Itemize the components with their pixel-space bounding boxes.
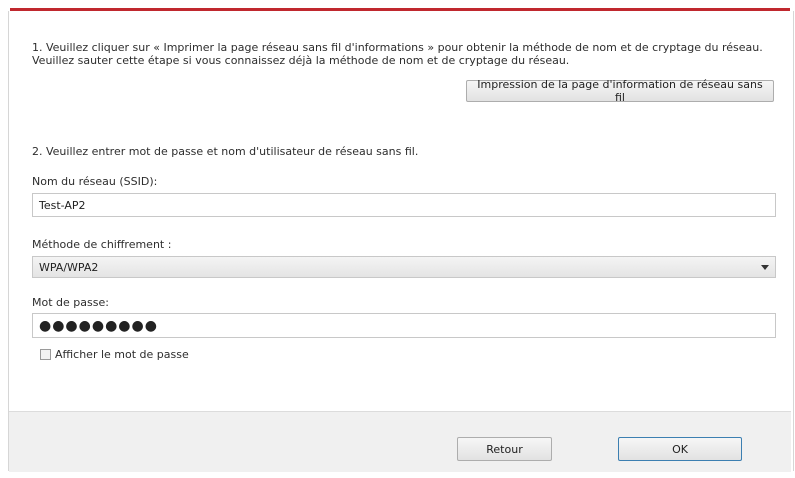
show-password-label: Afficher le mot de passe [55, 348, 189, 361]
step1-instructions: 1. Veuillez cliquer sur « Imprimer la pa… [32, 41, 763, 67]
encryption-label: Méthode de chiffrement : [32, 238, 172, 251]
encryption-select[interactable]: WPA/WPA2 [32, 256, 776, 278]
encryption-selected-value: WPA/WPA2 [39, 260, 99, 274]
ssid-input[interactable]: Test-AP2 [32, 193, 776, 217]
back-button[interactable]: Retour [457, 437, 552, 461]
password-input[interactable]: ●●●●●●●●● [32, 313, 776, 338]
ssid-value: Test-AP2 [39, 198, 86, 212]
print-network-info-button[interactable]: Impression de la page d'information de r… [466, 78, 774, 104]
password-label: Mot de passe: [32, 296, 109, 309]
chevron-down-icon [761, 265, 769, 270]
password-masked-value: ●●●●●●●●● [39, 317, 158, 334]
show-password-checkbox[interactable] [40, 349, 51, 360]
show-password-row[interactable]: Afficher le mot de passe [40, 348, 189, 361]
ok-button[interactable]: OK [618, 437, 742, 461]
step2-instructions: 2. Veuillez entrer mot de passe et nom d… [32, 145, 419, 158]
ssid-label: Nom du réseau (SSID): [32, 175, 158, 188]
